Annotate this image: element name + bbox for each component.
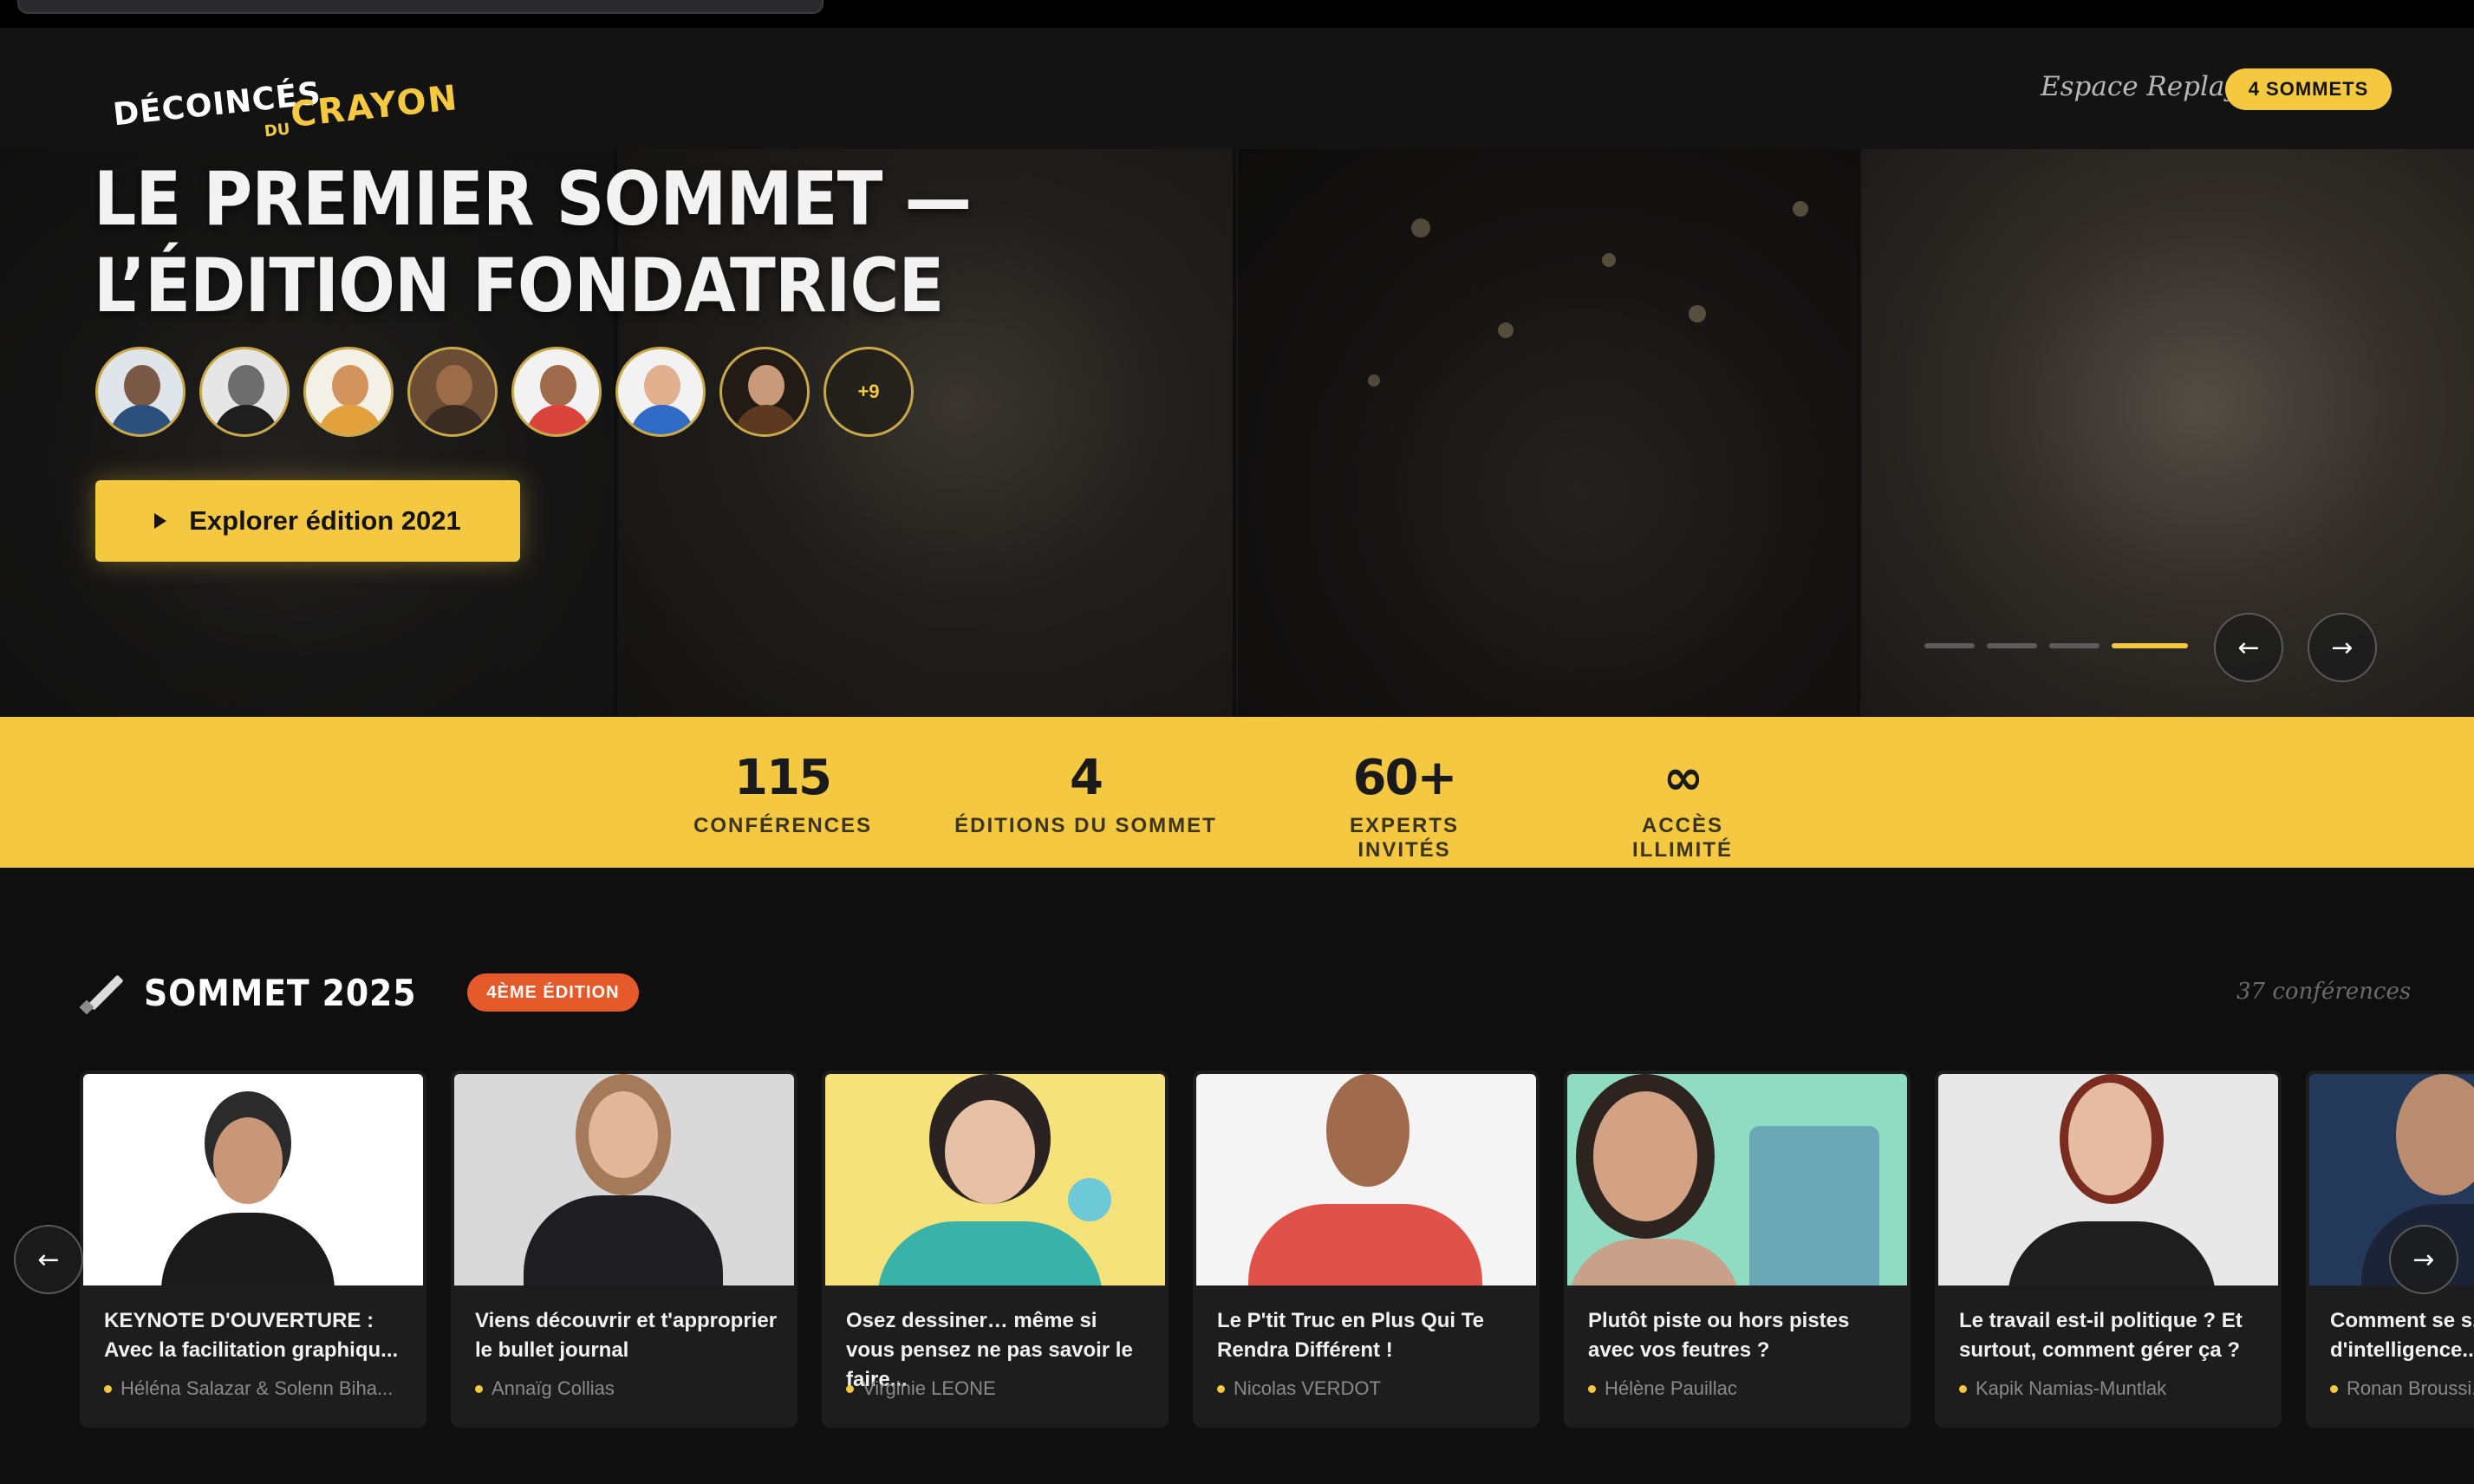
card-author: Virginie LEONE — [846, 1377, 1149, 1400]
hero-title: LE PREMIER SOMMET — L’ÉDITION FONDATRICE — [94, 156, 972, 329]
conference-card[interactable]: Viens découvrir et t'approprier le bulle… — [451, 1071, 798, 1428]
avatar[interactable] — [615, 347, 706, 437]
explore-button-label: Explorer édition 2021 — [189, 505, 461, 536]
card-thumbnail — [83, 1074, 423, 1285]
conference-card[interactable]: KEYNOTE D'OUVERTURE : Avec la facilitati… — [80, 1071, 426, 1428]
arrow-right-icon: → — [2331, 632, 2354, 663]
logo-text-du: DU — [263, 120, 291, 141]
author-name: Kapik Namias-Muntlak — [1976, 1377, 2167, 1399]
play-icon — [154, 513, 167, 529]
address-bar[interactable] — [17, 0, 824, 14]
author-name: Hélène Pauillac — [1605, 1377, 1737, 1399]
author-name: Virginie LEONE — [863, 1377, 996, 1399]
card-author: Kapik Namias-Muntlak — [1959, 1377, 2262, 1400]
site-logo[interactable]: DÉCOINCÉS DU CRAYON — [112, 54, 461, 149]
carousel-next-button[interactable]: → — [2308, 613, 2377, 682]
carousel-prev-button[interactable]: ← — [2214, 613, 2283, 682]
card-title: Le travail est-il politique ? Et surtout… — [1959, 1309, 2243, 1362]
author-name: Annaïg Collias — [492, 1377, 615, 1399]
stats-bar: 115 CONFÉRENCES 4 ÉDITIONS DU SOMMET 60+… — [0, 717, 2474, 868]
conference-card[interactable]: Osez dessiner… même si vous pensez ne pa… — [822, 1071, 1169, 1428]
avatar[interactable] — [511, 347, 602, 437]
browser-toolbar-strip — [0, 0, 2474, 28]
stat-conferences: 115 CONFÉRENCES — [693, 752, 871, 838]
card-thumbnail — [1938, 1074, 2278, 1285]
stat-label: CONFÉRENCES — [693, 814, 873, 837]
conference-count: 37 conférences — [2236, 979, 2412, 1005]
avatar[interactable] — [199, 347, 290, 437]
speaker-avatars: +9 — [95, 347, 914, 437]
section-header: SOMMET 2025 4ÈME ÉDITION — [79, 967, 639, 1019]
card-title: Comment se s... d'intelligence... — [2330, 1309, 2474, 1362]
stat-label: EXPERTS INVITÉS — [1349, 814, 1460, 862]
pencil-icon — [79, 971, 124, 1015]
sommets-badge[interactable]: 4 SOMMETS — [2225, 68, 2392, 110]
card-thumbnail — [1196, 1074, 1536, 1285]
stat-value: 60+ — [1352, 750, 1458, 806]
avatar[interactable] — [719, 347, 810, 437]
arrow-left-icon: ← — [2237, 632, 2260, 663]
card-thumbnail — [454, 1074, 794, 1285]
card-author: Nicolas VERDOT — [1217, 1377, 1520, 1400]
stat-access: ∞ ACCÈS ILLIMITÉ — [1592, 752, 1774, 862]
author-name: Ronan Broussi... — [2347, 1377, 2474, 1399]
stat-label: ÉDITIONS DU SOMMET — [954, 814, 1217, 837]
carousel-dot[interactable] — [1987, 643, 2037, 648]
author-dot-icon — [1217, 1384, 1225, 1393]
stat-value: 115 — [734, 750, 832, 806]
conference-card[interactable]: Le travail est-il politique ? Et surtout… — [1935, 1071, 2282, 1428]
replays-link[interactable]: Espace Replays — [2041, 71, 2254, 102]
card-title: Plutôt piste ou hors pistes avec vos feu… — [1588, 1309, 1850, 1362]
cards-next-button[interactable]: → — [2389, 1225, 2458, 1294]
card-author: Ronan Broussi... — [2330, 1377, 2474, 1400]
author-dot-icon — [475, 1384, 483, 1393]
explore-edition-button[interactable]: Explorer édition 2021 — [95, 480, 520, 562]
author-dot-icon — [1588, 1384, 1596, 1393]
stat-experts: 60+ EXPERTS INVITÉS — [1300, 752, 1508, 862]
conference-carousel: KEYNOTE D'OUVERTURE : Avec la facilitati… — [80, 1071, 2474, 1428]
stat-value: ∞ — [1663, 750, 1704, 806]
arrow-right-icon: → — [2412, 1244, 2435, 1275]
author-dot-icon — [104, 1384, 112, 1393]
conference-card[interactable]: Le P'tit Truc en Plus Qui Te Rendra Diff… — [1193, 1071, 1540, 1428]
edition-badge: 4ÈME ÉDITION — [467, 973, 639, 1012]
card-thumbnail — [1567, 1074, 1907, 1285]
carousel-dots — [1924, 643, 2188, 648]
stat-value: 4 — [1070, 750, 1104, 806]
author-name: Héléna Salazar & Solenn Biha... — [120, 1377, 394, 1399]
stat-editions: 4 ÉDITIONS DU SOMMET — [954, 752, 1218, 838]
card-author: Hélène Pauillac — [1588, 1377, 1891, 1400]
carousel-dot[interactable] — [1924, 643, 1975, 648]
carousel-dot[interactable] — [2049, 643, 2100, 648]
author-name: Nicolas VERDOT — [1234, 1377, 1381, 1399]
author-dot-icon — [1959, 1384, 1967, 1393]
conference-card[interactable]: Plutôt piste ou hors pistes avec vos feu… — [1564, 1071, 1911, 1428]
author-dot-icon — [846, 1384, 854, 1393]
site-header: DÉCOINCÉS DU CRAYON Espace Replays 4 SOM… — [0, 28, 2474, 149]
card-thumbnail — [825, 1074, 1165, 1285]
arrow-left-icon: ← — [37, 1244, 60, 1275]
card-title: KEYNOTE D'OUVERTURE : Avec la facilitati… — [104, 1309, 399, 1362]
avatar[interactable] — [95, 347, 186, 437]
stat-label: ACCÈS ILLIMITÉ — [1632, 814, 1733, 862]
carousel-dot-active[interactable] — [2112, 643, 2188, 648]
sommet-2025-section: SOMMET 2025 4ÈME ÉDITION 37 conférences … — [0, 868, 2474, 1484]
section-title: SOMMET 2025 — [144, 971, 417, 1014]
card-title: Le P'tit Truc en Plus Qui Te Rendra Diff… — [1217, 1309, 1484, 1362]
avatar[interactable] — [407, 347, 498, 437]
card-title: Viens découvrir et t'approprier le bulle… — [475, 1309, 778, 1362]
cards-prev-button[interactable]: ← — [14, 1225, 83, 1294]
card-author: Héléna Salazar & Solenn Biha... — [104, 1377, 407, 1400]
card-author: Annaïg Collias — [475, 1377, 778, 1400]
author-dot-icon — [2330, 1384, 2338, 1393]
avatar[interactable] — [303, 347, 394, 437]
hero-carousel: LE PREMIER SOMMET — L’ÉDITION FONDATRICE… — [0, 149, 2474, 717]
more-speakers-avatar[interactable]: +9 — [824, 347, 914, 437]
